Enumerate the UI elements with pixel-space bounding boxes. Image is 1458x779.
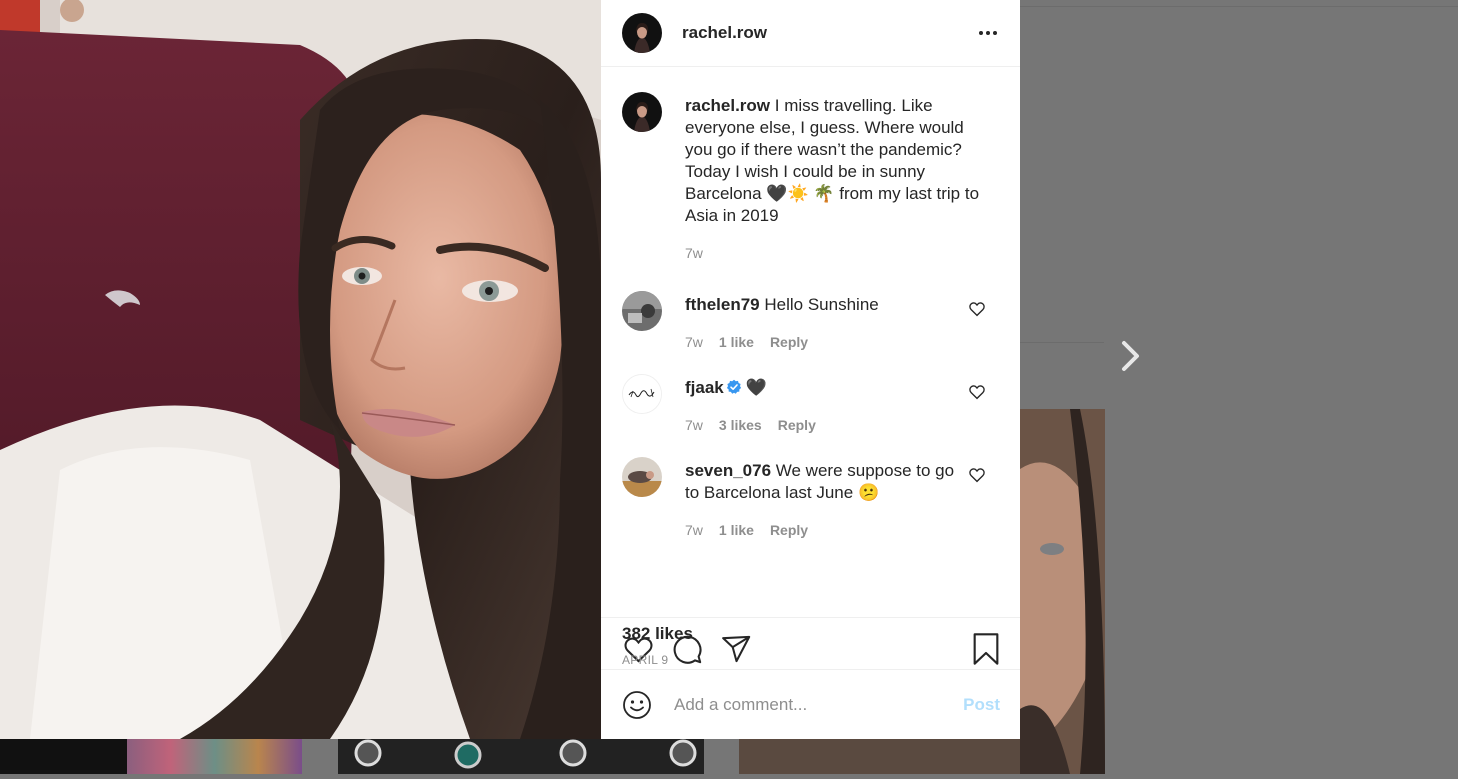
thumbnail-face-image <box>1020 409 1105 774</box>
comment-body: seven_076 We were suppose to go to Barce… <box>685 460 968 541</box>
background-thumbnail[interactable] <box>1020 409 1105 774</box>
comment-username[interactable]: fjaak <box>685 378 724 397</box>
comment-body: fthelen79 Hello Sunshine 7w 1 like Reply <box>685 294 968 353</box>
comment-item: fthelen79 Hello Sunshine 7w 1 like Reply <box>622 291 1000 353</box>
comment-text: Hello Sunshine <box>764 295 879 314</box>
reply-button[interactable]: Reply <box>770 331 808 353</box>
comment-meta: 7w 1 like Reply <box>685 331 968 353</box>
background-thumbnail[interactable] <box>0 739 127 774</box>
post-image <box>0 0 601 739</box>
comment-body: fjaak 🖤 7w 3 likes Reply <box>685 377 968 436</box>
comment-item: seven_076 We were suppose to go to Barce… <box>622 457 1000 541</box>
background-thumbnail[interactable] <box>338 739 704 774</box>
avatar[interactable] <box>622 13 662 53</box>
chevron-right-icon <box>1122 341 1139 371</box>
thumbnail-crochet-image <box>338 739 704 774</box>
smiley-icon[interactable] <box>622 690 652 720</box>
comment-likes[interactable]: 1 like <box>719 519 754 541</box>
backdrop-divider <box>1020 6 1458 7</box>
post-header: rachel.row <box>601 0 1020 67</box>
commenter-photo <box>622 457 662 497</box>
heart-icon[interactable] <box>968 383 986 401</box>
more-options-icon <box>979 31 997 35</box>
comment-age[interactable]: 7w <box>685 519 703 541</box>
post-panel: rachel.row rachel.row I miss travelling.… <box>601 0 1020 739</box>
avatar[interactable] <box>622 92 662 132</box>
reply-button[interactable]: Reply <box>778 414 816 436</box>
add-comment-form: Post <box>601 669 1020 739</box>
profile-photo <box>622 92 662 132</box>
caption-body: rachel.row I miss travelling. Like every… <box>685 95 985 264</box>
caption-meta: 7w <box>685 242 985 264</box>
more-options-button[interactable] <box>976 21 1000 45</box>
share-button[interactable] <box>720 633 752 665</box>
comment-text: 🖤 <box>745 378 767 397</box>
heart-icon[interactable] <box>968 466 986 484</box>
post-photo[interactable] <box>0 0 601 739</box>
verified-badge-icon <box>726 379 741 394</box>
paper-plane-icon <box>721 635 750 663</box>
caption-age[interactable]: 7w <box>685 242 703 264</box>
comment-likes[interactable]: 1 like <box>719 331 754 353</box>
comment-input[interactable] <box>672 693 964 716</box>
avatar[interactable] <box>622 291 662 331</box>
bookmark-icon <box>973 633 999 665</box>
commenter-photo <box>622 291 662 331</box>
comment-likes[interactable]: 3 likes <box>719 414 762 436</box>
avatar[interactable] <box>622 374 662 414</box>
next-post-button[interactable] <box>1114 336 1148 376</box>
caption-username[interactable]: rachel.row <box>685 96 770 115</box>
background-thumbnail[interactable] <box>127 739 302 774</box>
comment-meta: 7w 1 like Reply <box>685 519 968 541</box>
reply-button[interactable]: Reply <box>770 519 808 541</box>
post-button[interactable]: Post <box>963 695 1000 715</box>
comment-username[interactable]: fthelen79 <box>685 295 760 314</box>
background-thumbnail[interactable] <box>739 739 1020 774</box>
heart-icon[interactable] <box>968 300 986 318</box>
comment-username[interactable]: seven_076 <box>685 461 771 480</box>
comment-age[interactable]: 7w <box>685 331 703 353</box>
caption-text: I miss travelling. Like everyone else, I… <box>685 96 980 225</box>
avatar[interactable] <box>622 457 662 497</box>
comment-item: fjaak 🖤 7w 3 likes Reply <box>622 374 1000 436</box>
comment-meta: 7w 3 likes Reply <box>685 414 968 436</box>
post-date[interactable]: APRIL 9 <box>622 653 668 667</box>
post-caption: rachel.row I miss travelling. Like every… <box>622 92 1000 264</box>
comment-age[interactable]: 7w <box>685 414 703 436</box>
post-author-username[interactable]: rachel.row <box>682 23 767 43</box>
likes-count[interactable]: 382 likes <box>622 624 693 644</box>
comments-list[interactable]: rachel.row I miss travelling. Like every… <box>601 67 1020 617</box>
save-button[interactable] <box>970 633 1002 665</box>
commenter-photo <box>623 375 661 413</box>
profile-photo <box>622 13 662 53</box>
backdrop-divider <box>1020 342 1104 343</box>
